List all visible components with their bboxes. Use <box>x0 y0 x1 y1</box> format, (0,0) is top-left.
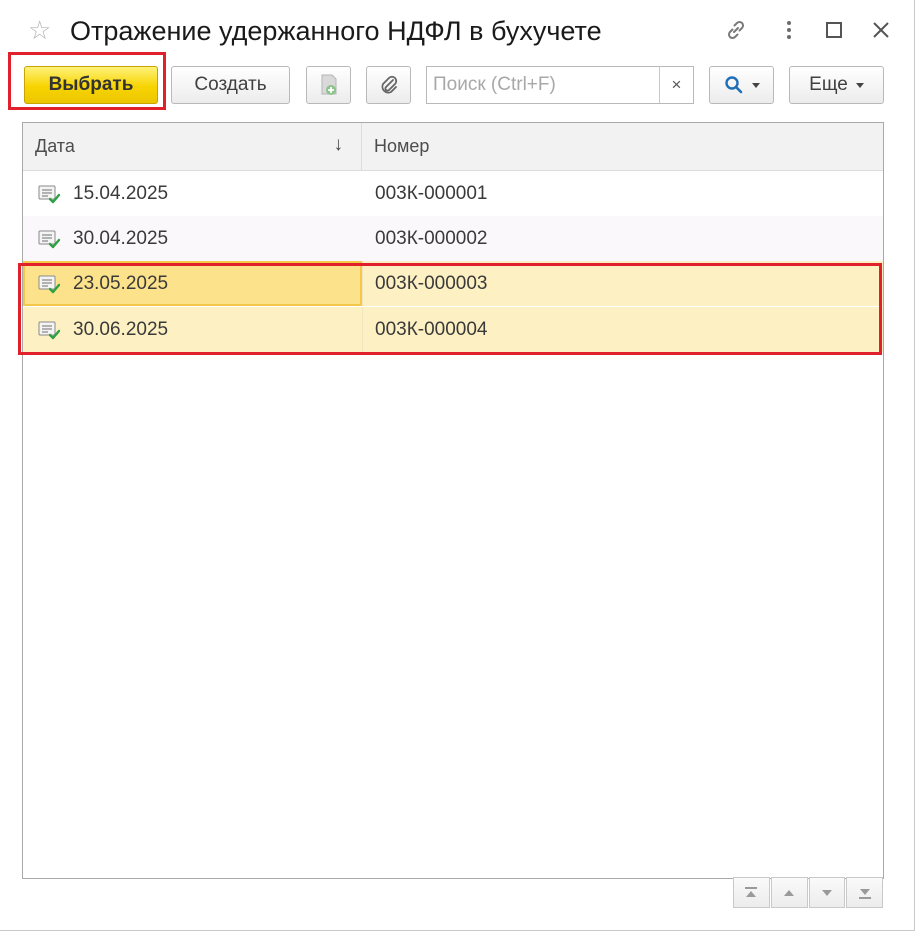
posted-document-icon <box>38 321 61 339</box>
go-last-icon <box>858 888 871 899</box>
table-row[interactable]: 15.04.2025 003К-000001 <box>23 171 883 216</box>
list-navigation <box>733 877 884 910</box>
column-header-date-label: Дата <box>35 136 75 156</box>
create-based-on-button[interactable] <box>306 66 351 104</box>
column-header-number[interactable]: Номер <box>362 123 883 170</box>
search-box: × <box>426 66 694 104</box>
date-value: 30.04.2025 <box>73 227 169 249</box>
chevron-down-icon <box>751 82 760 88</box>
table-row[interactable]: 30.04.2025 003К-000002 <box>23 216 883 261</box>
posted-document-icon <box>38 275 61 293</box>
clear-search-button[interactable]: × <box>659 67 693 103</box>
posted-document-icon <box>38 230 61 248</box>
date-cell: 30.04.2025 <box>23 216 362 261</box>
chevron-down-icon <box>855 82 864 88</box>
column-header-date[interactable]: Дата ↓ <box>23 123 362 170</box>
date-value: 30.06.2025 <box>73 318 169 340</box>
table-header: Дата ↓ Номер <box>23 123 883 171</box>
page-title: Отражение удержанного НДФЛ в бухучете <box>70 16 602 46</box>
number-cell: 003К-000004 <box>362 307 883 352</box>
column-header-number-label: Номер <box>374 136 430 156</box>
date-cell: 23.05.2025 <box>23 261 362 306</box>
create-button[interactable]: Создать <box>171 66 290 104</box>
go-first-icon <box>745 886 758 897</box>
form-window: ☆ Отражение удержанного НДФЛ в бухучете … <box>0 0 915 931</box>
documents-table[interactable]: Дата ↓ Номер 15.04.2025 003К-000001 30.0… <box>22 122 884 879</box>
select-button[interactable]: Выбрать <box>24 66 158 104</box>
date-value: 15.04.2025 <box>73 182 169 204</box>
number-value: 003К-000003 <box>375 272 488 294</box>
more-button[interactable]: Еще <box>789 66 884 104</box>
attach-file-button[interactable] <box>366 66 411 104</box>
table-row[interactable]: 30.06.2025 003К-000004 <box>23 307 883 352</box>
date-cell: 15.04.2025 <box>23 171 362 216</box>
go-next-icon <box>821 889 832 896</box>
number-value: 003К-000001 <box>375 182 488 204</box>
maximize-icon[interactable] <box>820 16 848 44</box>
go-last-button[interactable] <box>846 877 883 908</box>
go-prev-icon <box>784 889 795 896</box>
search-input[interactable] <box>427 67 661 103</box>
link-icon[interactable] <box>722 16 750 44</box>
go-next-button[interactable] <box>808 877 846 908</box>
close-icon[interactable] <box>867 16 895 44</box>
date-value: 23.05.2025 <box>73 272 169 294</box>
go-first-button[interactable] <box>733 877 770 908</box>
document-add-icon <box>321 74 336 95</box>
sort-descending-icon: ↓ <box>333 134 344 155</box>
paperclip-icon <box>381 75 397 94</box>
posted-document-icon <box>38 185 61 203</box>
menu-icon[interactable] <box>775 16 803 44</box>
number-cell: 003К-000001 <box>362 171 883 216</box>
more-label: Еще <box>809 74 848 95</box>
search-icon <box>724 76 742 94</box>
search-options-button[interactable] <box>709 66 774 104</box>
number-cell: 003К-000003 <box>362 261 883 306</box>
number-value: 003К-000002 <box>375 227 488 249</box>
command-bar: Выбрать Создать × Еще <box>0 52 914 112</box>
number-value: 003К-000004 <box>375 318 488 340</box>
star-icon[interactable]: ☆ <box>28 15 51 45</box>
table-row[interactable]: 23.05.2025 003К-000003 <box>23 261 883 306</box>
date-cell: 30.06.2025 <box>23 307 362 352</box>
number-cell: 003К-000002 <box>362 216 883 261</box>
go-previous-button[interactable] <box>770 877 808 908</box>
